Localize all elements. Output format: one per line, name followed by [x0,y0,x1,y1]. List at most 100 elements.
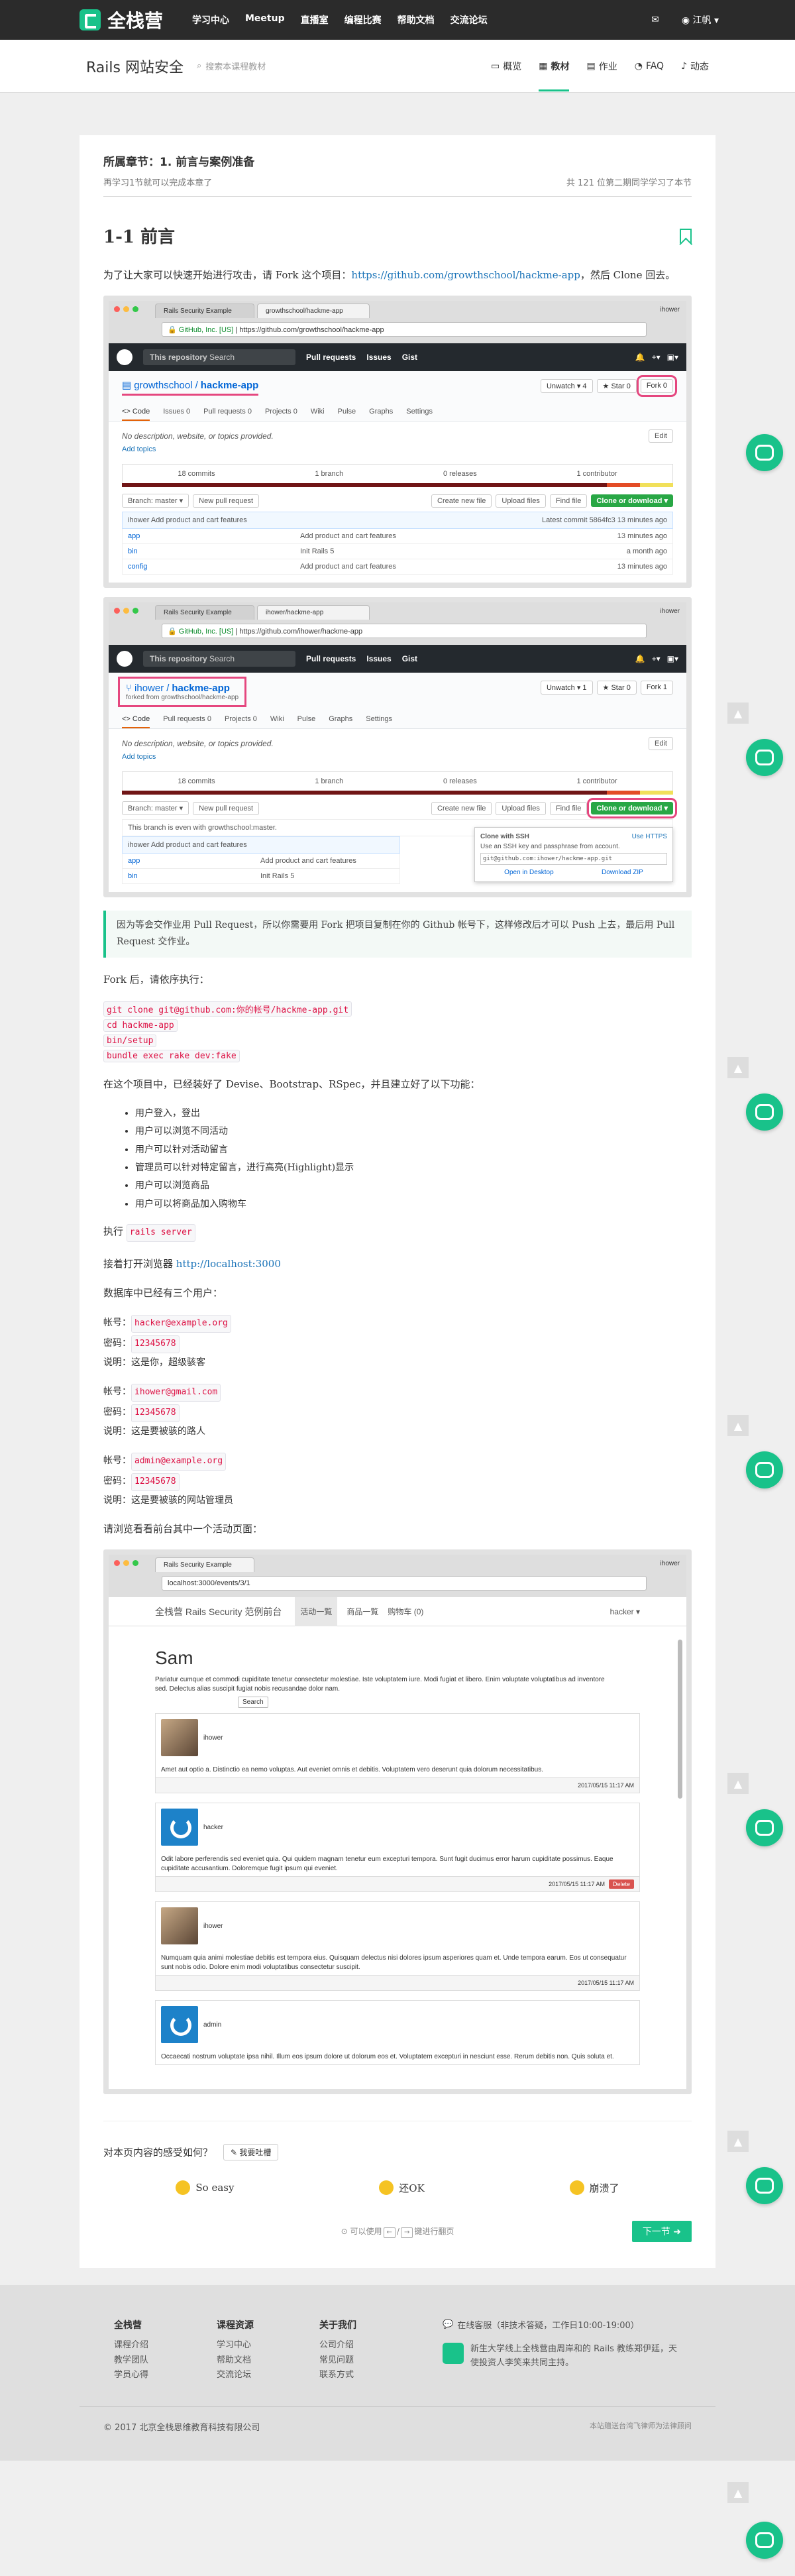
user-menu[interactable]: ◉ 江帆 ▾ [682,13,719,27]
tab-label: 作业 [598,61,617,72]
address-text: github.com/growthschool/hackme-app [261,326,384,335]
report-button[interactable]: ✎ 我要吐槽 [223,2144,279,2161]
feedback-section: 对本页内容的感受如何？ ✎ 我要吐槽 So easy 还OK 崩溃了 [103,2121,692,2196]
tab-homework[interactable]: ▤ 作业 [586,41,617,91]
feature-item: 用户登入，登出 [135,1105,692,1123]
upload-button: Upload files [496,801,546,815]
label: 密码： [103,1475,131,1486]
file-row: app Add product and cart features 13 minut… [122,529,673,545]
scroll-top-button[interactable]: ▲ [727,1415,749,1436]
scrollbar [678,1640,682,1799]
fork-button: Fork 0 [636,375,678,398]
label: 密码： [103,1406,131,1418]
feature-list: 用户登入，登出 用户可以浏览不同活动 用户可以针对活动留言 管理员可以针对特定留… [135,1105,692,1213]
nav-link-meetup[interactable]: Meetup [245,13,285,27]
file-row: config Add product and cart features 13 mi… [122,559,673,575]
gh-nav: Issues [366,654,392,664]
nav-link-learning[interactable]: 学习中心 [192,13,229,27]
brand-logo[interactable]: 全栈营 [80,7,186,33]
address-bar: 🔒 GitHub, Inc. [US] | https://github.com… [162,624,647,639]
footer-link[interactable]: 帮助文档 [217,2353,319,2368]
scroll-top-button[interactable]: ▲ [727,1773,749,1794]
footer-link[interactable]: 教学团队 [114,2353,217,2368]
floating-chat-button[interactable] [746,1451,783,1488]
account-password: 12345678 [131,1335,180,1353]
course-subnav: Rails 网站安全 ⌕ 搜索本课程教材 ▭ 概览 ▦ 教材 ▤ 作业 ◔ FAQ ♪ 动… [0,40,795,93]
scroll-top-button[interactable]: ▲ [727,1057,749,1078]
new-pr-button: New pull request [193,494,260,508]
app-nav: 活动一覧 [295,1596,338,1627]
scroll-top-button[interactable]: ▲ [727,2482,749,2503]
file-row: bin Init Rails 5 [122,869,400,885]
comment-time: 2017/05/15 11:17 AM [549,1881,605,1888]
tab-faq[interactable]: ◔ FAQ [635,41,664,91]
label: 说明： [103,1494,131,1506]
course-search[interactable]: ⌕ 搜索本课程教材 [197,60,266,72]
footer-link[interactable]: 常见问题 [319,2353,422,2368]
bookmark-icon[interactable] [680,228,692,243]
bell-icon: 🔔 [635,654,645,664]
footer-link[interactable]: 公司介绍 [319,2338,422,2353]
nav-link-docs[interactable]: 帮助文档 [398,13,435,27]
floating-chat-button[interactable] [746,1093,783,1131]
floating-chat-button[interactable] [746,2167,783,2204]
label: 密码： [103,1337,131,1349]
scroll-top-button[interactable]: ▲ [727,702,749,724]
github-logo-icon [117,349,132,366]
footer-link[interactable]: 课程介绍 [114,2338,217,2353]
run-prefix: 执行 [103,1225,124,1237]
floating-chat-button[interactable] [746,434,783,471]
account-ihower: 帐号： ihower@gmail.com 密码： 12345678 说明：这是要被骇… [103,1382,692,1439]
feedback-ok[interactable]: 还OK [379,2180,425,2196]
feedback-hard[interactable]: 崩溃了 [569,2180,619,2196]
tab-materials[interactable]: ▦ 教材 [539,41,570,91]
stat: 1 branch [315,470,344,478]
file-msg: Init Rails 5 [260,872,295,881]
app-brand: 全栈营 Rails Security 范例前台 [155,1606,282,1617]
gh-tab: Pull requests 0 [203,408,252,416]
floating-chat-button[interactable] [746,1809,783,1846]
feedback-easy[interactable]: So easy [176,2180,235,2196]
command: bin/setup [103,1034,157,1047]
create-file-button: Create new file [431,801,492,815]
feedback-label: So easy [195,2182,235,2194]
nav-link-live[interactable]: 直播室 [301,13,329,27]
footer-link[interactable]: 交流论坛 [217,2368,319,2382]
search-input[interactable]: 搜索本课程教材 [205,60,266,72]
create-file-button: Create new file [431,494,492,508]
features-intro: 在这个项目中，已经装好了 Devise、Bootstrap、RSpec，并且建立… [103,1078,480,1090]
account-note: 这是要被骇的路人 [131,1426,205,1437]
mail-icon[interactable]: ✉ [651,15,659,25]
neutral-face-icon [379,2180,394,2196]
customer-service[interactable]: 💬 在线客服（非技术答疑，工作日10:00-19:00） [443,2318,681,2331]
comment: ihower Amet aut optio a. Distinctio ea n… [155,1713,640,1794]
command-list: git clone git@github.com:你的帐号/hackme-app… [103,1000,692,1064]
nav-link-contest[interactable]: 编程比赛 [344,13,382,27]
add-topics: Add topics [122,445,156,454]
intro-text-end: ，然后 Clone 回去。 [580,269,676,281]
gh-tab: Pull requests 0 [163,715,211,724]
floating-chat-button[interactable] [746,739,783,776]
file-msg: Add product and cart features [300,563,396,571]
footer-link[interactable]: 学习中心 [217,2338,319,2353]
footer-link[interactable]: 学员心得 [114,2368,217,2382]
scroll-top-button[interactable]: ▲ [727,2131,749,2152]
gh-nav: Pull requests [306,654,356,664]
fork-icon: ⑂ [126,683,132,695]
next-lesson-button[interactable]: 下一节 ➜ [631,2221,692,2243]
clone-url: git@github.com:ihower/hackme-app.git [480,853,667,866]
tab-activity[interactable]: ♪ 动态 [681,41,709,91]
floating-chat-button[interactable] [746,2522,783,2559]
tab-overview[interactable]: ▭ 概览 [491,41,521,91]
nav-link-forum[interactable]: 交流论坛 [450,13,488,27]
repo-link[interactable]: https://github.com/growthschool/hackme-a… [351,269,580,281]
gh-nav: Pull requests [306,353,356,363]
file-name: bin [128,547,138,556]
localhost-link[interactable]: http://localhost:3000 [176,1258,281,1270]
footer-link[interactable]: 联系方式 [319,2368,422,2382]
stat: 0 releases [443,777,477,786]
find-file-button: Find file [549,494,588,508]
secure-label: GitHub, Inc. [US] [178,628,234,636]
gh-tab: Pulse [337,408,356,416]
comment-body: Occaecati nostrum voluptate ipsa nihil. … [161,2053,614,2061]
